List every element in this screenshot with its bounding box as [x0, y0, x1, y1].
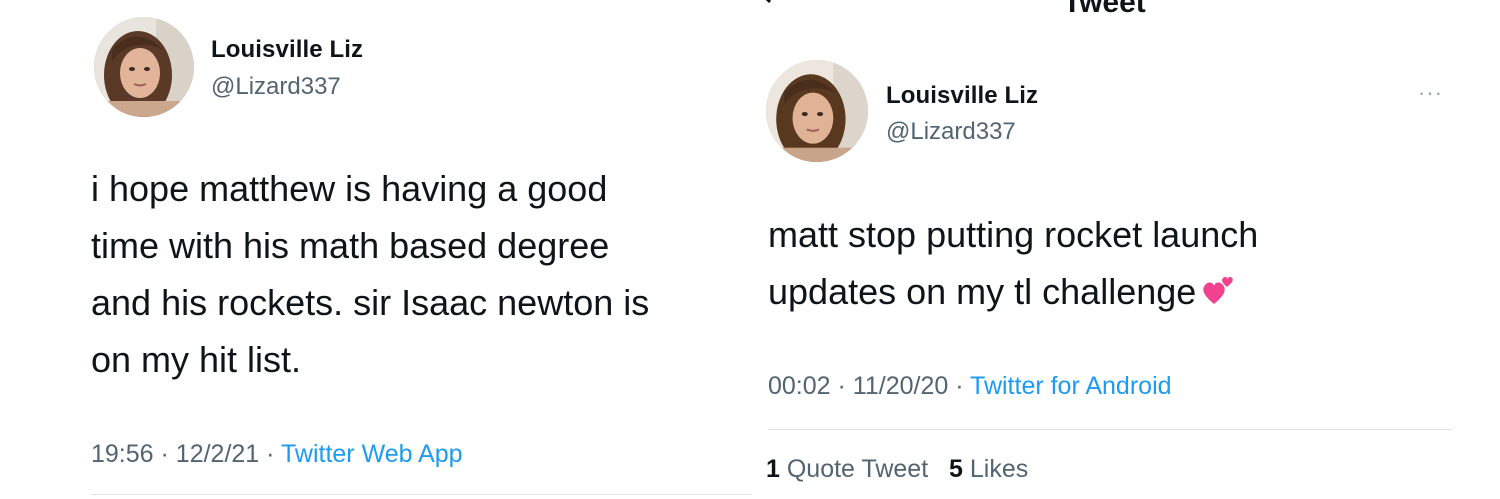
divider: [91, 494, 752, 495]
more-options-icon[interactable]: ···: [1418, 82, 1443, 104]
tweet-text: i hope matthew is having a good time wit…: [91, 160, 649, 388]
likes-label: Likes: [969, 455, 1029, 483]
profile-photo: [766, 60, 868, 162]
tweet-text-line: on my hit list.: [91, 339, 302, 380]
tweet-text-line: time with his math based degree: [91, 225, 610, 266]
separator: ·: [266, 440, 275, 468]
tweet-text-line: i hope matthew is having a good: [91, 168, 608, 209]
avatar[interactable]: [94, 17, 194, 117]
separator: ·: [160, 440, 169, 468]
separator: ·: [955, 372, 964, 400]
tweet-source-link[interactable]: Twitter Web App: [281, 440, 463, 468]
quote-tweet-label: Quote Tweet: [786, 455, 929, 483]
separator: ·: [837, 372, 846, 400]
quote-tweets-link[interactable]: 1 Quote Tweet: [766, 455, 928, 483]
tweet-date[interactable]: 11/20/20: [853, 372, 948, 400]
tweet-text-line: updates on my tl challenge: [768, 263, 1258, 320]
tweet-stats: 1 Quote Tweet 5 Likes: [766, 455, 1028, 484]
profile-photo: [94, 17, 194, 117]
tweet-date[interactable]: 12/2/21: [176, 440, 259, 468]
two-hearts-emoji: [1203, 276, 1234, 304]
quote-tweet-count: 1: [766, 455, 780, 483]
page-title: Tweet: [1063, 0, 1146, 19]
divider: [768, 429, 1452, 430]
tweet-metadata: 00:02 · 11/20/20 · Twitter for Android: [768, 372, 1172, 401]
tweet-time[interactable]: 19:56: [91, 440, 154, 468]
tweet-text-line: and his rockets. sir Isaac newton is: [91, 282, 650, 323]
user-handle[interactable]: @Lizard337: [211, 73, 341, 101]
back-arrow-icon[interactable]: [760, 0, 780, 4]
tweet-source-link[interactable]: Twitter for Android: [970, 372, 1171, 400]
tweet-text: matt stop putting rocket launch updates …: [768, 206, 1258, 320]
display-name[interactable]: Louisville Liz: [886, 82, 1038, 110]
display-name[interactable]: Louisville Liz: [211, 36, 363, 64]
tweet-metadata: 19:56 · 12/2/21 · Twitter Web App: [91, 440, 463, 469]
tweet-text-line: matt stop putting rocket launch: [768, 214, 1259, 255]
user-handle[interactable]: @Lizard337: [886, 118, 1016, 146]
tweet-card-left: Louisville Liz @Lizard337 i hope matthew…: [0, 0, 752, 499]
tweet-time[interactable]: 00:02: [768, 372, 831, 400]
likes-link[interactable]: 5 Likes: [949, 455, 1028, 483]
likes-count: 5: [949, 455, 963, 483]
avatar[interactable]: [766, 60, 868, 162]
